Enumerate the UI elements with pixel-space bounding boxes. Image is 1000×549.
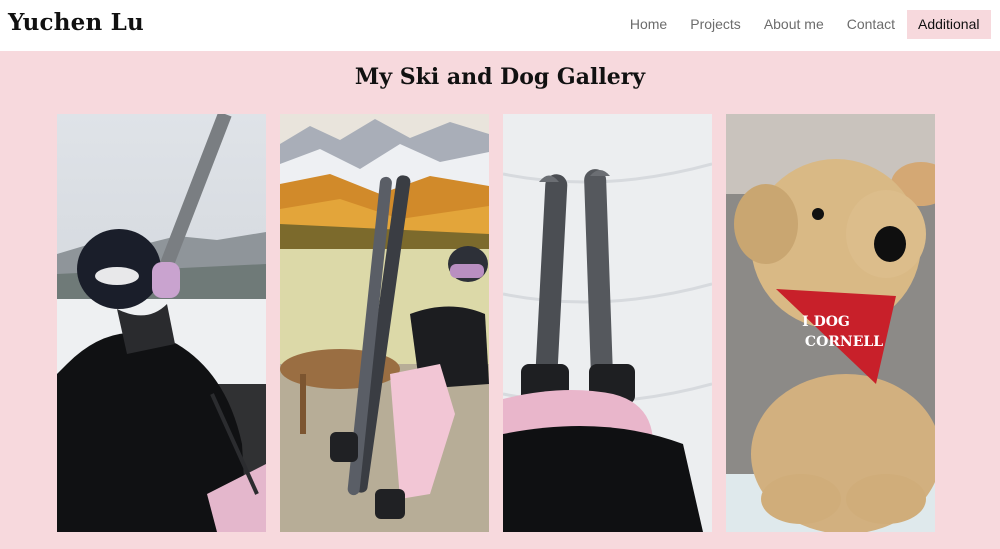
nav-home-link[interactable]: Home	[618, 10, 678, 39]
gallery-title: My Ski and Dog Gallery	[354, 64, 646, 90]
gallery-photo-plush-dog: I DOG CORNELL	[726, 114, 935, 532]
gallery-photo-chairlift	[57, 114, 266, 532]
nav-projects-link[interactable]: Projects	[679, 10, 753, 39]
nav-contact-link[interactable]: Contact	[835, 10, 906, 39]
gallery-photo-mountain-skis	[280, 114, 489, 532]
bandana-text-line2: CORNELL	[805, 334, 883, 350]
site-brand[interactable]: Yuchen Lu	[8, 9, 144, 36]
nav-about-link[interactable]: About me	[752, 10, 835, 39]
gallery-photo-skis-snow	[503, 114, 712, 532]
photo-gallery: I DOG CORNELL	[57, 114, 935, 532]
navbar: Yuchen Lu Home Projects About me Contact…	[0, 0, 1000, 51]
nav-links: Home Projects About me Contact Additiona…	[618, 10, 991, 39]
nav-additional-link[interactable]: Additional	[906, 10, 991, 39]
bandana-text-line1: I DOG	[802, 314, 850, 330]
